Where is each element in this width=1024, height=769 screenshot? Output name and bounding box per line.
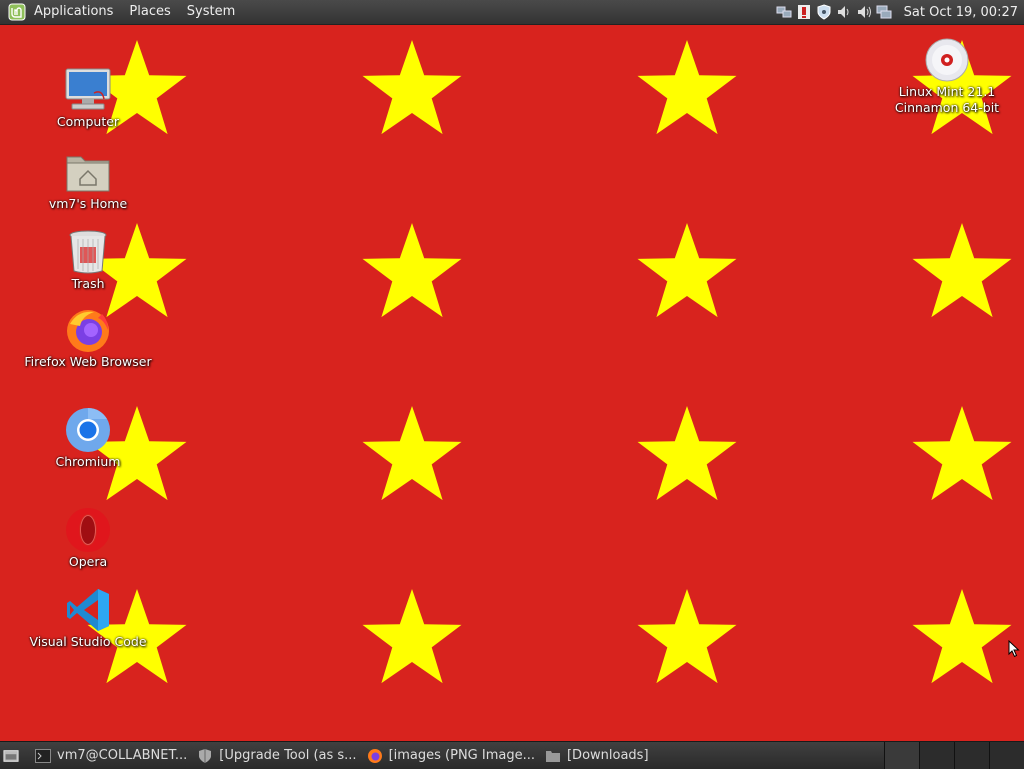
menu-applications[interactable]: Applications <box>26 0 121 24</box>
computer-icon <box>64 66 112 114</box>
volume-icon[interactable] <box>856 4 872 20</box>
update-icon[interactable] <box>796 4 812 20</box>
desktop-icon-chromium[interactable]: Chromium <box>18 406 158 470</box>
linux-mint-logo-icon[interactable] <box>8 3 26 21</box>
system-tray: Sat Oct 19, 00:27 <box>774 0 1024 24</box>
volume-icon[interactable] <box>836 4 852 20</box>
desktop-icon-firefox[interactable]: Firefox Web Browser <box>18 306 158 370</box>
taskbar-item-label: vm7@COLLABNET... <box>57 748 188 763</box>
desktop-icon-home[interactable]: vm7's Home <box>18 148 158 212</box>
workspace-switcher <box>884 742 1024 769</box>
desktop-icon-vscode[interactable]: Visual Studio Code <box>18 586 158 650</box>
desktop-icon-label: Trash <box>71 276 105 291</box>
folder-icon <box>545 748 561 764</box>
opera-icon <box>64 506 112 554</box>
workspace-2[interactable] <box>919 742 954 769</box>
desktop-icon-trash[interactable]: Trash <box>18 228 158 292</box>
desktop-icon-disc[interactable]: Linux Mint 21.1 Cinnamon 64-bit <box>877 36 1017 116</box>
menu-places[interactable]: Places <box>121 0 178 24</box>
desktop-icon-label: vm7's Home <box>48 196 128 211</box>
taskbar-item-label: [Upgrade Tool (as s... <box>219 748 357 763</box>
desktop-icon-computer[interactable]: Computer <box>18 66 158 130</box>
top-panel: Applications Places System Sat Oct 19, 0… <box>0 0 1024 25</box>
chromium-icon <box>64 406 112 454</box>
taskbar-item-terminal[interactable]: vm7@COLLABNET... <box>31 742 193 769</box>
taskbar-item-firefox[interactable]: [images (PNG Image... <box>363 742 541 769</box>
clock[interactable]: Sat Oct 19, 00:27 <box>904 5 1018 20</box>
disc-icon <box>923 36 971 84</box>
firefox-icon <box>367 748 383 764</box>
terminal-icon <box>35 748 51 764</box>
firefox-icon <box>64 306 112 354</box>
menu-system[interactable]: System <box>179 0 243 24</box>
taskbar-item-label: [images (PNG Image... <box>388 748 535 763</box>
taskbar-item-upgrade-tool[interactable]: [Upgrade Tool (as s... <box>193 742 362 769</box>
desktop-icon-label: Chromium <box>55 454 121 469</box>
desktop-icon-label: Opera <box>68 554 108 569</box>
show-desktop-icon <box>3 748 19 764</box>
desktop-icon-label: Firefox Web Browser <box>24 354 152 369</box>
network-icon[interactable] <box>776 4 792 20</box>
workspace-3[interactable] <box>954 742 989 769</box>
shield-icon[interactable] <box>816 4 832 20</box>
desktop-icon-label: Visual Studio Code <box>29 634 147 649</box>
trash-icon <box>64 228 112 276</box>
mouse-cursor-icon <box>1008 640 1020 658</box>
vscode-icon <box>64 586 112 634</box>
workspace-1[interactable] <box>884 742 919 769</box>
desktop-icon-opera[interactable]: Opera <box>18 506 158 570</box>
shield-icon <box>197 748 213 764</box>
bottom-panel: vm7@COLLABNET... [Upgrade Tool (as s... … <box>0 741 1024 769</box>
desktop-icon-label: Linux Mint 21.1 Cinnamon 64-bit <box>894 84 1000 115</box>
taskbar-item-label: [Downloads] <box>566 748 649 763</box>
network-display-icon[interactable] <box>876 4 892 20</box>
home-folder-icon <box>64 148 112 196</box>
show-desktop-button[interactable] <box>0 742 31 769</box>
desktop-icon-label: Computer <box>56 114 120 129</box>
workspace-4[interactable] <box>989 742 1024 769</box>
taskbar-item-downloads[interactable]: [Downloads] <box>541 742 655 769</box>
